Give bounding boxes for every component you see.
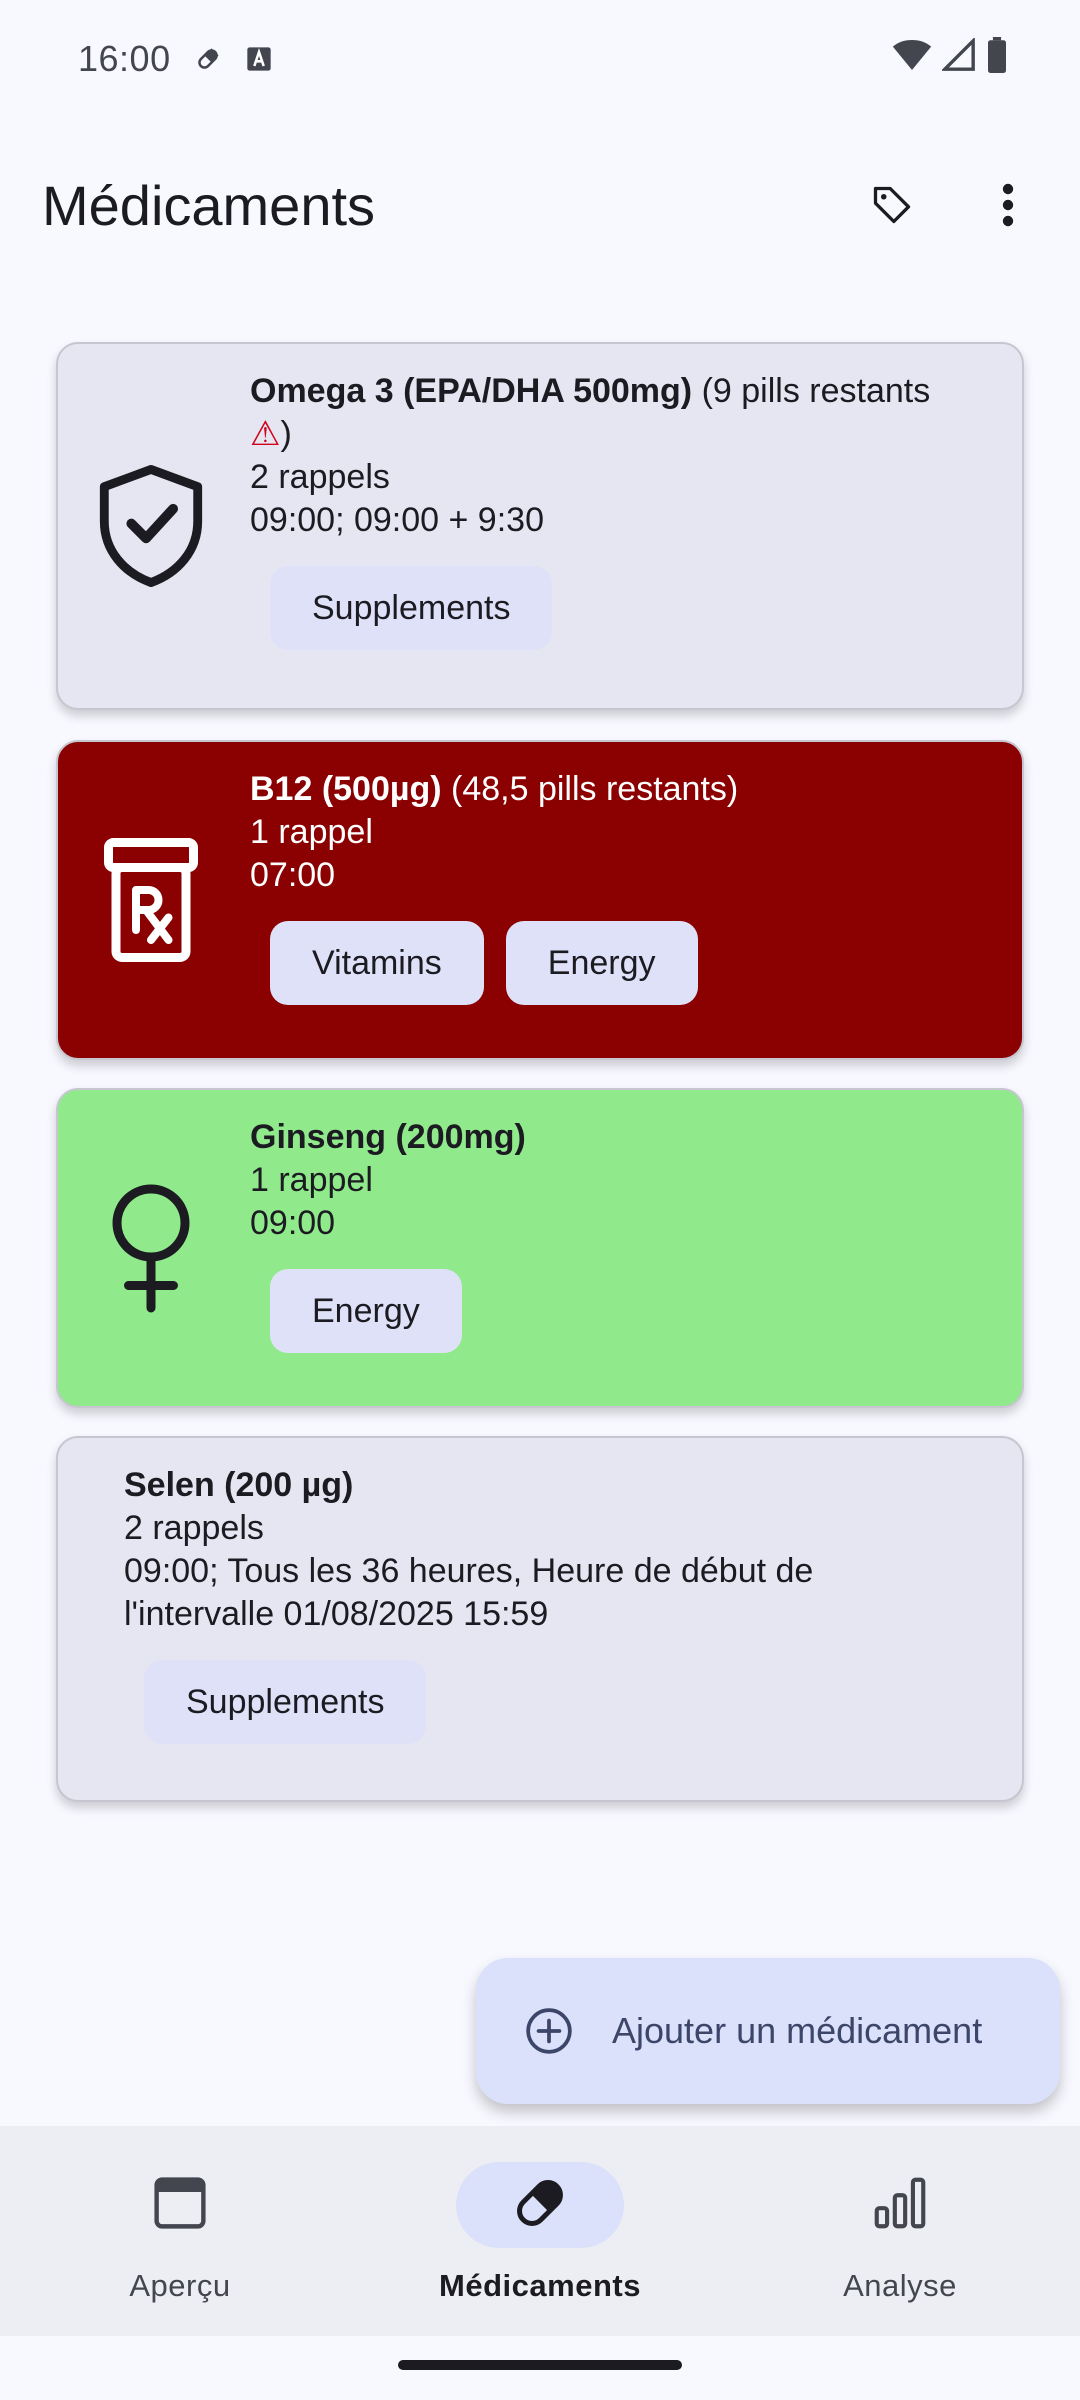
tag-chip-supplements[interactable]: Supplements — [270, 566, 553, 650]
status-right-icons — [892, 36, 1008, 82]
medication-card-ginseng[interactable]: Ginseng (200mg) 1 rappel 09:00 Energy — [56, 1088, 1024, 1408]
signal-icon — [940, 36, 976, 81]
reminder-schedule: 09:00 — [250, 1204, 336, 1242]
reminder-schedule-continued: l'intervalle 01/08/2025 15:59 — [124, 1595, 549, 1633]
nav-label: Analyse — [843, 2268, 957, 2303]
wifi-icon — [892, 38, 932, 81]
tag-chip-supplements[interactable]: Supplements — [144, 1660, 427, 1744]
nav-item-apercu[interactable]: Aperçu — [0, 2126, 360, 2336]
tag-chip-energy[interactable]: Energy — [270, 1269, 462, 1353]
tag-chip-energy[interactable]: Energy — [505, 921, 698, 1005]
reminder-count: 2 rappels — [250, 458, 390, 496]
medication-name: Selen (200 µg) — [124, 1466, 354, 1504]
add-medication-button[interactable]: Ajouter un médicament — [476, 1958, 1060, 2104]
status-bar: 16:00 — [0, 0, 1080, 118]
bottom-navigation: Aperçu Médicaments Analyse — [0, 2126, 1080, 2336]
pills-remaining: (9 pills restants — [692, 372, 931, 410]
add-circle-icon — [524, 2006, 574, 2056]
reminder-count: 1 rappel — [250, 1161, 373, 1199]
medication-card-b12[interactable]: B12 (500µg) (48,5 pills restants) 1 rapp… — [56, 740, 1024, 1060]
medication-card-omega3[interactable]: Omega 3 (EPA/DHA 500mg) (9 pills restant… — [56, 342, 1024, 710]
nav-label: Médicaments — [439, 2268, 641, 2303]
medication-name: Ginseng (200mg) — [250, 1118, 526, 1156]
nav-label: Aperçu — [129, 2268, 231, 2303]
nav-item-medicaments[interactable]: Médicaments — [360, 2126, 720, 2336]
reminder-schedule: 09:00; Tous les 36 heures, Heure de débu… — [124, 1552, 814, 1590]
top-app-bar: Médicaments — [0, 150, 1080, 260]
rx-bottle-icon — [86, 742, 216, 1058]
page-title: Médicaments — [42, 173, 376, 237]
bar-chart-icon — [869, 2172, 931, 2239]
shield-check-icon — [86, 344, 216, 708]
status-time: 16:00 — [78, 38, 171, 79]
pill-notification-icon — [193, 44, 223, 74]
reminder-schedule: 07:00 — [250, 856, 336, 894]
reminder-count: 2 rappels — [124, 1509, 264, 1547]
pills-remaining-close: ) — [280, 415, 292, 453]
medication-name: B12 (500µg) — [250, 770, 442, 808]
medication-card-selen[interactable]: Selen (200 µg) 2 rappels 09:00; Tous les… — [56, 1436, 1024, 1802]
add-medication-label: Ajouter un médicament — [612, 2010, 983, 2051]
battery-icon — [986, 36, 1008, 82]
warning-icon: ⚠ — [250, 415, 281, 453]
keyboard-a-icon — [245, 45, 273, 73]
medication-name: Omega 3 (EPA/DHA 500mg) — [250, 372, 693, 410]
pills-remaining: (48,5 pills restants) — [441, 770, 739, 808]
nav-item-analyse[interactable]: Analyse — [720, 2126, 1080, 2336]
calendar-icon — [147, 2170, 213, 2241]
tag-chip-vitamins[interactable]: Vitamins — [270, 921, 484, 1005]
reminder-schedule: 09:00; 09:00 + 9:30 — [250, 501, 544, 539]
tag-icon[interactable] — [860, 173, 924, 237]
reminder-count: 1 rappel — [250, 813, 373, 851]
more-vert-icon[interactable] — [976, 173, 1040, 237]
female-symbol-icon — [86, 1090, 216, 1406]
pill-icon — [510, 2173, 570, 2238]
home-indicator[interactable] — [398, 2360, 682, 2370]
